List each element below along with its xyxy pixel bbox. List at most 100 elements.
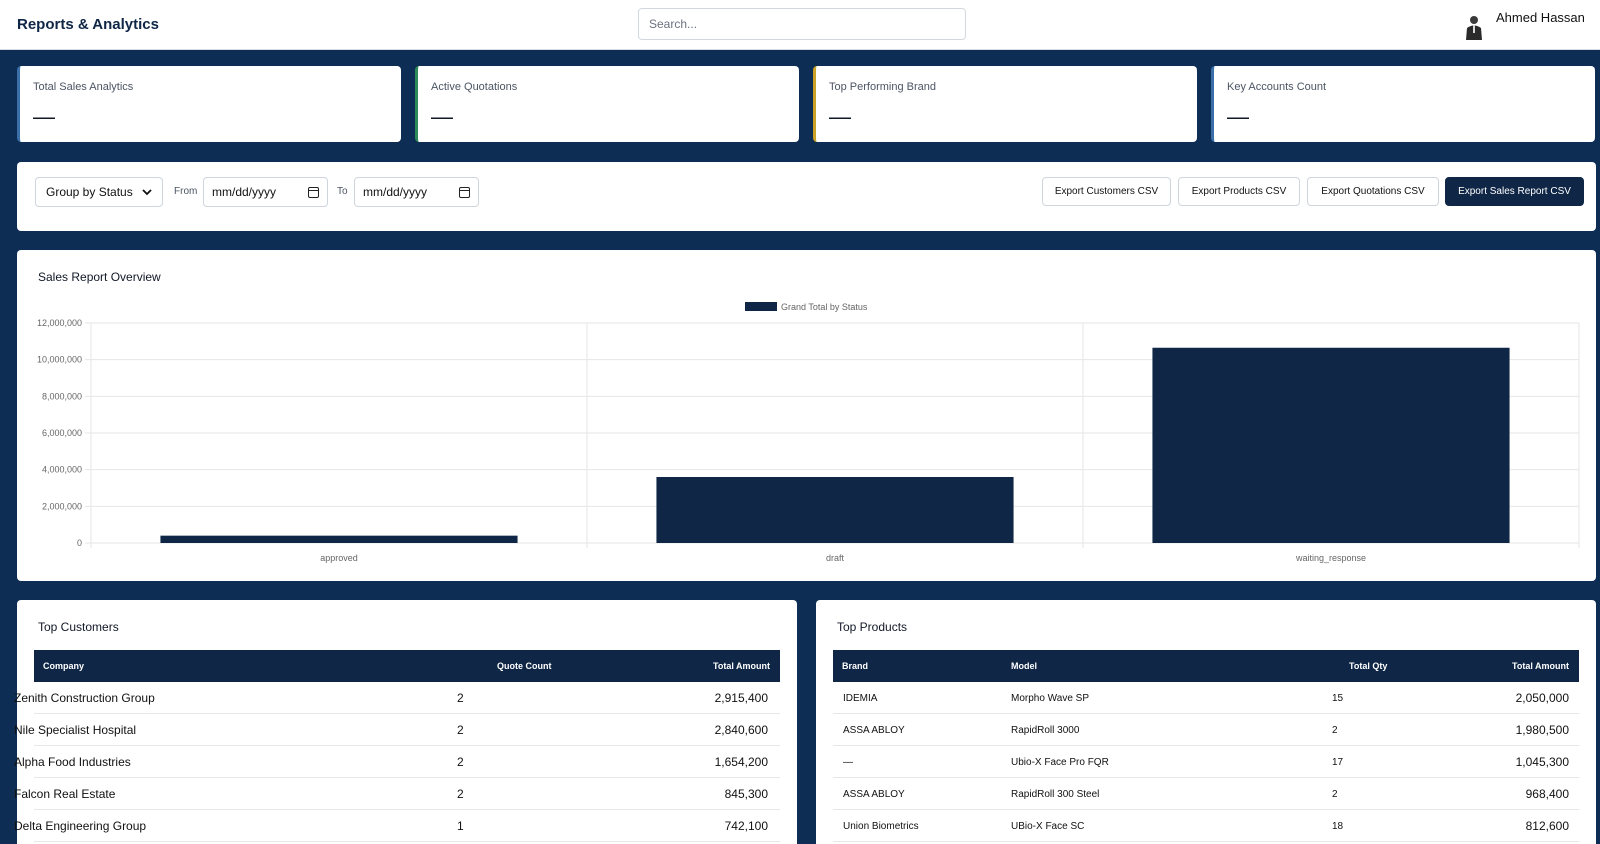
model-cell: Morpho Wave SP (1011, 693, 1089, 704)
qty-cell: 2 (1332, 789, 1338, 800)
qty-cell: 15 (1332, 693, 1344, 704)
group-by-select[interactable]: Group by Status (35, 177, 163, 207)
kpi-label: Total Sales Analytics (33, 81, 134, 93)
from-date-value: mm/dd/yyyy (212, 185, 277, 199)
group-by-value: Group by Status (46, 185, 133, 199)
kpi-card-top-brand: Top Performing Brand — (813, 66, 1197, 142)
qty-cell: 2 (1332, 725, 1338, 736)
bar-draft (656, 477, 1014, 543)
x-tick-label: approved (320, 553, 358, 563)
kpi-value: — (33, 104, 55, 129)
y-tick-label: 2,000,000 (42, 501, 82, 511)
page-title: Reports & Analytics (17, 16, 159, 33)
kpi-value: — (1227, 104, 1249, 129)
to-date-input[interactable]: mm/dd/yyyy (354, 177, 479, 207)
from-date-input[interactable]: mm/dd/yyyy (203, 177, 328, 207)
table-row[interactable]: Falcon Real Estate 2 845,300 (14, 778, 780, 810)
customers-table-header: Company Quote Count Total Amount (34, 650, 780, 682)
user-menu[interactable]: Ahmed Hassan (1464, 10, 1585, 40)
y-tick-label: 8,000,000 (42, 391, 82, 401)
filter-bar: Group by Status From mm/dd/yyyy To mm/dd… (17, 162, 1596, 231)
model-cell: UBio-X Face SC (1011, 821, 1085, 832)
col-brand: Brand (842, 661, 869, 671)
y-tick-label: 10,000,000 (37, 355, 82, 365)
to-label: To (337, 186, 348, 197)
export-sales-report-button[interactable]: Export Sales Report CSV (1445, 177, 1584, 206)
bar-waiting_response (1152, 347, 1510, 543)
table-row[interactable]: Zenith Construction Group 2 2,915,400 (14, 682, 780, 714)
table-row[interactable]: Delta Engineering Group 1 742,100 (14, 810, 780, 842)
kpi-label: Active Quotations (431, 81, 518, 93)
brand-cell: IDEMIA (843, 693, 878, 704)
col-total-amount: Total Amount (713, 661, 770, 671)
total-amount-cell: 1,980,500 (1515, 723, 1569, 737)
top-customers-panel: Top Customers Company Quote Count Total … (14, 600, 797, 844)
search-input[interactable] (638, 8, 966, 40)
quote-count-cell: 1 (457, 819, 464, 833)
company-cell: Zenith Construction Group (14, 691, 155, 705)
col-total-qty: Total Qty (1349, 661, 1388, 671)
total-amount-cell: 2,840,600 (714, 723, 768, 737)
x-tick-label: draft (826, 553, 845, 563)
products-title: Top Products (837, 620, 908, 634)
avatar (1466, 16, 1482, 40)
top-products-panel: Top Products Brand Model Total Qty Total… (816, 600, 1596, 844)
y-tick-label: 6,000,000 (42, 428, 82, 438)
brand-cell: ASSA ABLOY (843, 789, 905, 800)
brand-cell: ASSA ABLOY (843, 725, 905, 736)
company-cell: Alpha Food Industries (14, 755, 131, 769)
kpi-card-key-accounts: Key Accounts Count — (1211, 66, 1595, 142)
brand-cell: — (843, 757, 853, 768)
model-cell: RapidRoll 300 Steel (1011, 789, 1100, 800)
kpi-card-total-sales: Total Sales Analytics — (17, 66, 401, 142)
company-cell: Falcon Real Estate (14, 787, 116, 801)
export-products-button[interactable]: Export Products CSV (1178, 177, 1300, 206)
kpi-label: Top Performing Brand (829, 81, 936, 93)
total-amount-cell: 845,300 (724, 787, 768, 801)
total-amount-cell: 812,600 (1525, 819, 1569, 833)
user-name: Ahmed Hassan (1496, 10, 1585, 25)
table-row[interactable]: — Ubio-X Face Pro FQR 17 1,045,300 (833, 746, 1579, 778)
total-amount-cell: 1,654,200 (714, 755, 768, 769)
to-date-value: mm/dd/yyyy (363, 185, 428, 199)
total-amount-cell: 1,045,300 (1515, 755, 1569, 769)
sales-chart: Grand Total by Status 12,000,000 10,000,00… (37, 302, 1580, 563)
table-row[interactable]: ASSA ABLOY RapidRoll 3000 2 1,980,500 (833, 714, 1579, 746)
total-amount-cell: 2,050,000 (1515, 691, 1569, 705)
calendar-icon[interactable] (308, 186, 319, 198)
quote-count-cell: 2 (457, 755, 464, 769)
brand-cell: Union Biometrics (843, 821, 919, 832)
bar-approved (160, 535, 518, 543)
company-cell: Delta Engineering Group (14, 819, 147, 833)
chevron-down-icon (142, 188, 152, 195)
table-row[interactable]: Union Biometrics UBio-X Face SC 18 812,600 (833, 810, 1579, 842)
sales-report-panel: Sales Report Overview Grand Total by Sta… (17, 250, 1596, 581)
kpi-value: — (829, 104, 851, 129)
products-table-header: Brand Model Total Qty Total Amount (833, 650, 1579, 682)
legend-swatch (745, 302, 777, 311)
calendar-icon[interactable] (459, 186, 470, 198)
y-tick-label: 12,000,000 (37, 318, 82, 328)
qty-cell: 17 (1332, 757, 1344, 768)
from-label: From (174, 186, 198, 197)
table-row[interactable]: ASSA ABLOY RapidRoll 300 Steel 2 968,400 (833, 778, 1579, 810)
x-tick-label: waiting_response (1295, 553, 1366, 563)
table-row[interactable]: Alpha Food Industries 2 1,654,200 (14, 746, 780, 778)
col-model: Model (1011, 661, 1037, 671)
legend-label: Grand Total by Status (781, 302, 868, 312)
export-quotations-button[interactable]: Export Quotations CSV (1307, 177, 1439, 206)
export-customers-button[interactable]: Export Customers CSV (1042, 177, 1171, 206)
top-bar: Reports & Analytics Ahmed Hassan (0, 0, 1600, 50)
y-tick-label: 0 (77, 538, 82, 548)
customers-title: Top Customers (38, 620, 119, 634)
table-row[interactable]: Nile Specialist Hospital 2 2,840,600 (14, 714, 780, 746)
table-row[interactable]: IDEMIA Morpho Wave SP 15 2,050,000 (833, 682, 1579, 714)
total-amount-cell: 968,400 (1525, 787, 1569, 801)
y-tick-label: 4,000,000 (42, 465, 82, 475)
quote-count-cell: 2 (457, 787, 464, 801)
qty-cell: 18 (1332, 821, 1344, 832)
kpi-label: Key Accounts Count (1227, 81, 1327, 93)
kpi-card-active-quotations: Active Quotations — (415, 66, 799, 142)
quote-count-cell: 2 (457, 723, 464, 737)
total-amount-cell: 742,100 (724, 819, 768, 833)
